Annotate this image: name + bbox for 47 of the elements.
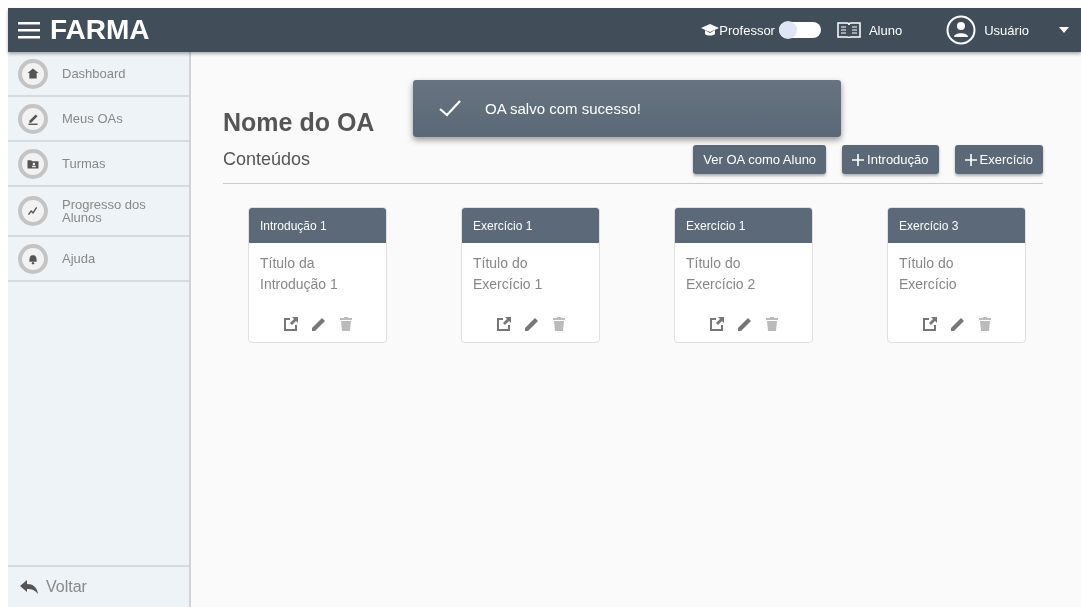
bell-icon bbox=[18, 243, 48, 274]
plus-icon bbox=[852, 153, 865, 166]
add-button[interactable]: Exercício bbox=[954, 145, 1043, 174]
sidebar-item[interactable]: Progresso dos Alunos bbox=[8, 187, 189, 237]
card-header: Exercício 1 bbox=[462, 208, 599, 243]
dropdown-caret-icon[interactable] bbox=[1059, 27, 1069, 33]
edit-icon[interactable] bbox=[523, 316, 540, 332]
home-icon bbox=[18, 58, 48, 89]
open-external-icon[interactable] bbox=[708, 316, 725, 332]
plus-icon bbox=[964, 153, 977, 166]
card-title: Título do Exercício 1 bbox=[472, 254, 544, 294]
edit-icon[interactable] bbox=[949, 316, 966, 332]
view-button[interactable]: Ver OA como Aluno bbox=[693, 145, 827, 174]
card-header: Exercício 3 bbox=[888, 208, 1025, 243]
toast-message: OA salvo com sucesso! bbox=[485, 100, 641, 117]
sidebar-item[interactable]: Ajuda bbox=[8, 237, 189, 282]
card-title: Título da Introdução 1 bbox=[259, 254, 339, 294]
edit-icon[interactable] bbox=[736, 316, 753, 332]
mode-label: Aluno bbox=[868, 22, 903, 38]
card-title: Título do Exercício bbox=[898, 254, 958, 294]
card-title: Título do Exercício 2 bbox=[685, 254, 757, 294]
add-button[interactable]: Introdução bbox=[842, 145, 939, 174]
graduation-cap-icon bbox=[701, 23, 720, 37]
sidebar-item[interactable]: Turmas bbox=[8, 142, 189, 187]
chart-icon bbox=[18, 196, 48, 226]
open-external-icon[interactable] bbox=[282, 316, 299, 332]
app-logo: FARMA bbox=[50, 14, 150, 46]
back-arrow-icon bbox=[20, 580, 38, 594]
book-icon bbox=[836, 21, 861, 39]
back-link[interactable]: Voltar bbox=[8, 565, 189, 607]
check-icon bbox=[439, 100, 461, 117]
card-header: Introdução 1 bbox=[249, 208, 386, 243]
user-name[interactable]: Usuário bbox=[984, 22, 1029, 38]
menu-icon[interactable] bbox=[18, 21, 40, 39]
pencil-icon bbox=[18, 103, 48, 134]
folder-icon bbox=[18, 148, 48, 179]
user-avatar-icon[interactable] bbox=[946, 15, 977, 45]
page-title: Nome do OA bbox=[223, 108, 375, 137]
open-external-icon[interactable] bbox=[921, 316, 938, 332]
section-title: Conteúdos bbox=[223, 149, 312, 170]
sidebar-item[interactable]: Meus OAs bbox=[8, 97, 189, 142]
open-external-icon[interactable] bbox=[495, 316, 512, 332]
mode-label: Professor bbox=[719, 22, 775, 38]
mode-toggle[interactable] bbox=[778, 22, 821, 38]
edit-icon[interactable] bbox=[310, 316, 327, 332]
card-header: Exercício 1 bbox=[675, 208, 812, 243]
sidebar-item[interactable]: Dashboard bbox=[8, 52, 189, 97]
